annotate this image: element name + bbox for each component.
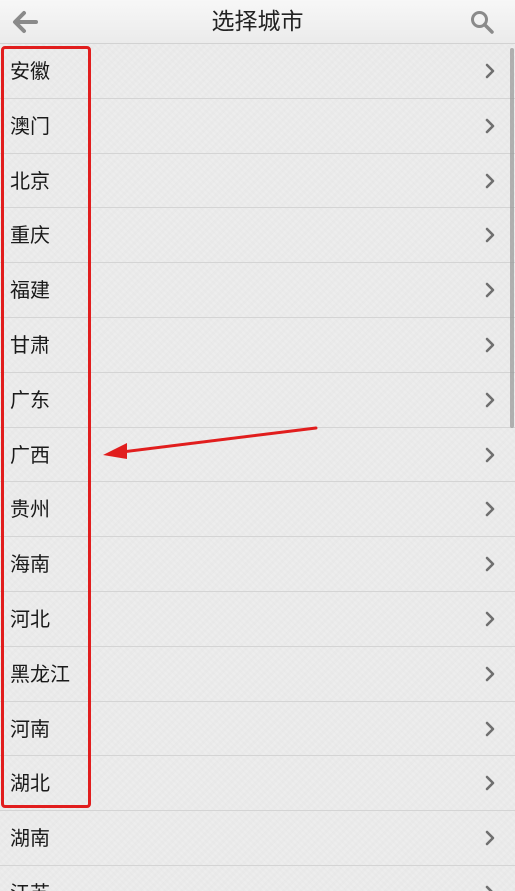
province-label: 湖南 <box>10 826 50 851</box>
chevron-right-icon <box>485 447 495 462</box>
chevron-right-icon <box>485 830 495 846</box>
scrollbar[interactable] <box>510 48 514 428</box>
province-row[interactable]: 贵州 <box>0 482 515 538</box>
chevron-right-icon <box>485 118 495 134</box>
province-label: 贵州 <box>10 497 50 522</box>
chevron-right-icon <box>485 392 495 408</box>
chevron-right-icon <box>485 776 495 791</box>
province-label: 黑龙江 <box>10 661 70 686</box>
province-row[interactable]: 广西 <box>0 428 515 483</box>
chevron-right-icon <box>485 502 495 517</box>
chevron-right-icon <box>485 556 495 572</box>
province-row[interactable]: 黑龙江 <box>0 647 515 702</box>
chevron-right-icon <box>485 282 495 298</box>
province-row[interactable]: 广东 <box>0 373 515 428</box>
province-label: 湖北 <box>10 771 50 796</box>
chevron-right-icon <box>485 337 495 353</box>
chevron-right-icon <box>485 721 495 736</box>
header-bar: 选择城市 <box>0 0 515 44</box>
province-label: 广东 <box>10 387 50 412</box>
province-row[interactable]: 江苏 <box>0 866 515 891</box>
chevron-right-icon <box>485 666 495 682</box>
search-button[interactable] <box>457 0 507 44</box>
chevron-right-icon <box>485 173 495 188</box>
province-row[interactable]: 河南 <box>0 702 515 757</box>
province-row[interactable]: 甘肃 <box>0 318 515 373</box>
province-label: 广西 <box>10 442 50 467</box>
province-label: 重庆 <box>10 223 50 248</box>
province-row[interactable]: 河北 <box>0 592 515 647</box>
province-row[interactable]: 湖北 <box>0 756 515 812</box>
province-label: 北京 <box>10 168 50 193</box>
province-label: 江苏 <box>10 866 50 891</box>
province-label: 河北 <box>10 606 50 631</box>
search-icon <box>471 11 494 34</box>
chevron-right-icon <box>485 885 493 891</box>
province-label: 福建 <box>10 278 50 303</box>
page-title: 选择城市 <box>211 9 304 35</box>
chevron-right-icon <box>485 611 495 627</box>
province-row[interactable]: 澳门 <box>0 99 515 154</box>
province-list: 安徽澳门北京重庆福建甘肃广东广西贵州海南河北黑龙江河南湖北湖南江苏 <box>0 44 515 891</box>
province-label: 安徽 <box>10 59 50 83</box>
province-row[interactable]: 北京 <box>0 154 515 209</box>
province-row[interactable]: 湖南 <box>0 811 515 866</box>
province-row[interactable]: 福建 <box>0 263 515 318</box>
chevron-right-icon <box>485 228 495 243</box>
app-screen: 选择城市 安徽澳门北京重庆福建甘肃广东广西贵州海南河北黑龙江河南湖北湖南江苏 <box>0 0 515 891</box>
province-label: 甘肃 <box>10 332 50 357</box>
province-row[interactable]: 重庆 <box>0 208 515 264</box>
province-row[interactable]: 安徽 <box>0 44 515 99</box>
chevron-right-icon <box>485 63 495 79</box>
province-label: 河南 <box>10 716 50 741</box>
province-row[interactable]: 海南 <box>0 537 515 592</box>
province-label: 澳门 <box>10 113 50 138</box>
province-label: 海南 <box>10 552 50 577</box>
